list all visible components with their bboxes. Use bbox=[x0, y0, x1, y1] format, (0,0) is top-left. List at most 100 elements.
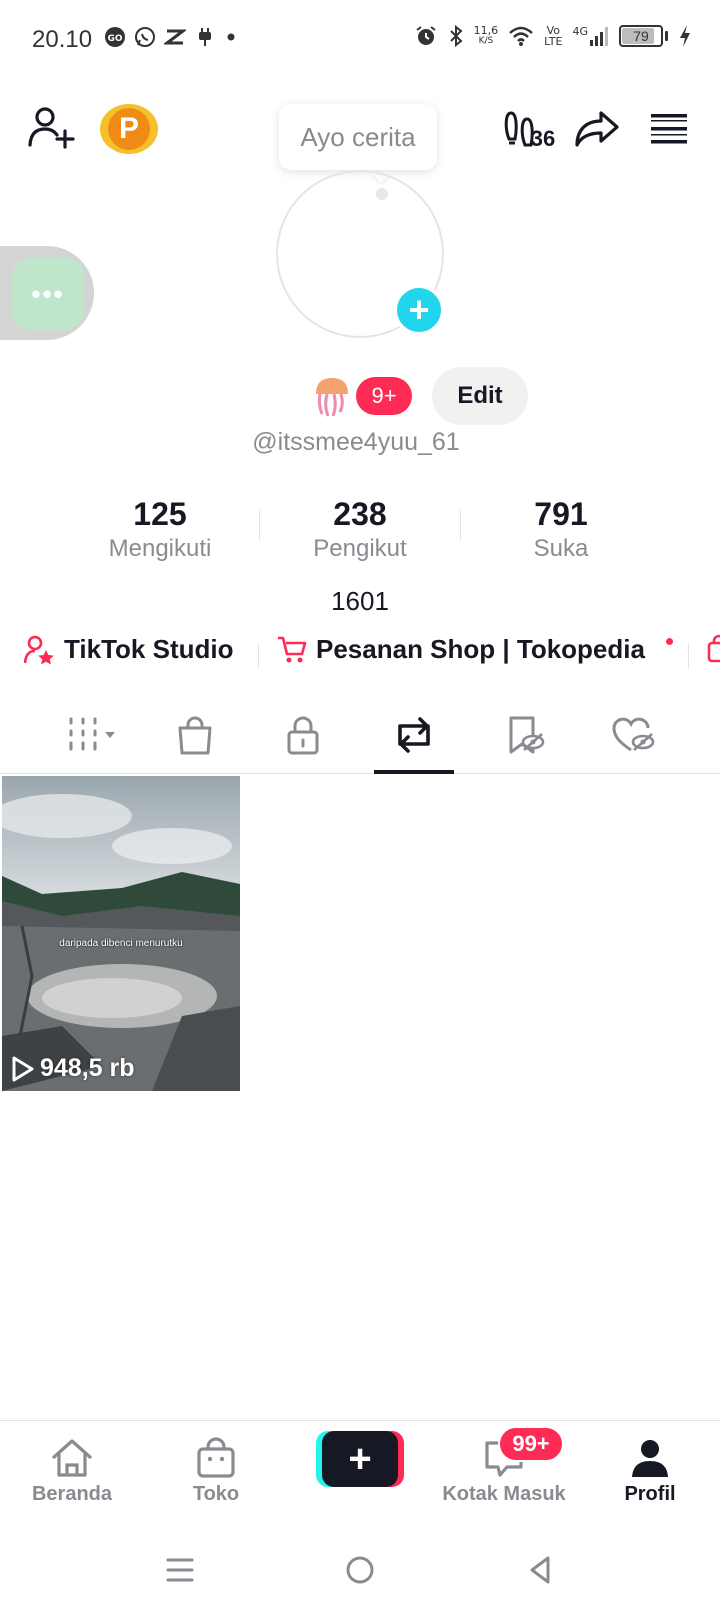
stat-value: 125 bbox=[133, 496, 187, 532]
status-bar: 20.10 GO 11,6 K/S Vo LTE 4G 79 bbox=[0, 0, 720, 82]
stat-label: Suka bbox=[533, 535, 589, 562]
shopping-cart-icon bbox=[278, 636, 307, 662]
nav-home[interactable]: Beranda bbox=[2, 1437, 142, 1506]
play-icon bbox=[12, 1056, 34, 1081]
home-icon bbox=[52, 1439, 92, 1477]
shopping-bag-icon bbox=[707, 634, 720, 663]
back-triangle-icon bbox=[530, 1556, 550, 1584]
tab-liked[interactable] bbox=[604, 710, 664, 760]
crater-landscape-thumbnail bbox=[2, 776, 240, 1091]
active-tab-indicator bbox=[374, 770, 454, 774]
hamburger-menu-icon bbox=[651, 114, 687, 144]
gojek-icon: GO bbox=[105, 27, 125, 47]
avatar-indicator-dot bbox=[376, 188, 388, 200]
network-speed-value: 11,6 bbox=[473, 24, 499, 37]
tab-reposts[interactable] bbox=[384, 710, 444, 760]
stat-label: Mengikuti bbox=[108, 535, 212, 562]
tab-favorites[interactable] bbox=[496, 710, 556, 760]
unread-dot bbox=[666, 638, 673, 645]
svg-text:GO: GO bbox=[107, 34, 122, 44]
nav-shop[interactable]: Toko bbox=[146, 1437, 286, 1506]
points-badge-button[interactable]: P bbox=[100, 104, 158, 154]
nav-profile[interactable]: Profil bbox=[580, 1437, 720, 1506]
menu-button[interactable] bbox=[646, 106, 692, 152]
view-count-text: 948,5 rb bbox=[40, 1054, 135, 1082]
more-dots-icon: ••• bbox=[31, 278, 65, 309]
recent-apps-button[interactable] bbox=[160, 1550, 200, 1590]
add-person-icon bbox=[28, 107, 75, 149]
network-speed-unit: K/S bbox=[478, 36, 494, 46]
profile-bio: 1601 bbox=[331, 586, 389, 616]
volte-bottom: LTE bbox=[544, 35, 563, 48]
plug-icon bbox=[199, 28, 211, 46]
shortcut-more[interactable] bbox=[706, 634, 720, 664]
cellular-signal: 4G bbox=[572, 25, 609, 47]
shopping-bag-icon bbox=[178, 716, 212, 755]
nav-label: Kotak Masuk bbox=[442, 1483, 566, 1505]
shortcut-divider bbox=[258, 644, 259, 668]
shortcut-label: Pesanan Shop | Tokopedia bbox=[316, 634, 645, 664]
creator-star-icon bbox=[24, 635, 54, 664]
more-notifications-dot-icon bbox=[227, 33, 235, 41]
tab-private[interactable] bbox=[273, 710, 333, 760]
share-arrow-icon bbox=[575, 111, 619, 147]
shortcut-label: TikTok Studio bbox=[64, 634, 234, 664]
hidden-bookmark-icon bbox=[509, 716, 545, 754]
shortcut-tiktok-studio[interactable]: TikTok Studio bbox=[24, 634, 233, 665]
system-status-icons: 11,6 K/S Vo LTE 4G 79 bbox=[414, 24, 692, 48]
capcut-icon bbox=[164, 29, 186, 45]
bluetooth-icon bbox=[449, 24, 463, 48]
stat-label: Pengikut bbox=[313, 535, 407, 562]
network-type: 4G bbox=[572, 25, 588, 38]
username: @itssmee4yuu_61 bbox=[252, 428, 460, 456]
repost-icon bbox=[398, 717, 430, 753]
volte-indicator: Vo LTE bbox=[544, 25, 562, 47]
back-button[interactable] bbox=[520, 1550, 560, 1590]
home-system-button[interactable] bbox=[340, 1550, 380, 1590]
recent-apps-icon bbox=[166, 1558, 194, 1582]
stat-value: 791 bbox=[534, 496, 588, 532]
stat-followers[interactable]: 238 Pengikut bbox=[260, 496, 460, 563]
battery-indicator: 79 bbox=[619, 25, 663, 47]
inbox-unread-badge: 99+ bbox=[498, 1426, 564, 1462]
notification-icons: GO bbox=[104, 26, 238, 48]
hidden-heart-icon bbox=[612, 717, 655, 752]
video-caption-overlay: daripada dibenci menurutku bbox=[59, 938, 183, 949]
content-tabs bbox=[0, 700, 720, 774]
story-prompt-bubble[interactable]: Ayo cerita bbox=[279, 104, 437, 170]
profile-shortcuts: TikTok Studio Pesanan Shop | Tokopedia bbox=[0, 634, 720, 678]
grid-filter-icon bbox=[69, 717, 115, 751]
tab-shop[interactable] bbox=[165, 710, 225, 760]
shortcut-shop-orders[interactable]: Pesanan Shop | Tokopedia bbox=[276, 634, 645, 665]
shopping-bag-icon bbox=[197, 1437, 235, 1478]
share-profile-button[interactable] bbox=[572, 106, 622, 152]
nav-label: Toko bbox=[192, 1483, 240, 1505]
network-speed: 11,6 K/S bbox=[474, 25, 499, 47]
signal-bars-icon bbox=[590, 27, 608, 46]
plus-icon: + bbox=[408, 289, 430, 330]
alarm-icon bbox=[416, 26, 436, 45]
add-story-button[interactable]: + bbox=[394, 285, 444, 335]
points-badge-label: P bbox=[108, 108, 150, 150]
battery-tip bbox=[665, 31, 668, 41]
stat-value: 238 bbox=[333, 496, 387, 532]
home-circle-icon bbox=[346, 1556, 374, 1584]
stat-likes[interactable]: 791 Suka bbox=[461, 496, 661, 563]
floating-widget-button[interactable]: ••• bbox=[12, 258, 84, 330]
jellyfish-icon bbox=[316, 378, 348, 417]
edit-profile-button[interactable]: Edit bbox=[432, 367, 528, 425]
video-thumbnail[interactable]: daripada dibenci menurutku 948,5 rb bbox=[2, 776, 240, 1091]
status-time: 20.10 bbox=[32, 26, 93, 53]
notification-count-badge[interactable]: 9+ bbox=[356, 377, 412, 415]
wifi-icon bbox=[509, 26, 534, 46]
lock-icon bbox=[287, 716, 319, 755]
battery-percent: 79 bbox=[633, 28, 649, 44]
stat-following[interactable]: 125 Mengikuti bbox=[60, 496, 260, 563]
create-video-button[interactable]: + bbox=[316, 1431, 404, 1487]
profile-visitors-button[interactable]: 36 bbox=[498, 108, 560, 154]
nav-label: Beranda bbox=[31, 1483, 113, 1505]
system-navigation-bar bbox=[0, 1536, 720, 1612]
add-friend-button[interactable] bbox=[26, 104, 78, 152]
video-view-count: 948,5 rb bbox=[10, 1054, 135, 1083]
tab-videos[interactable] bbox=[62, 710, 126, 760]
